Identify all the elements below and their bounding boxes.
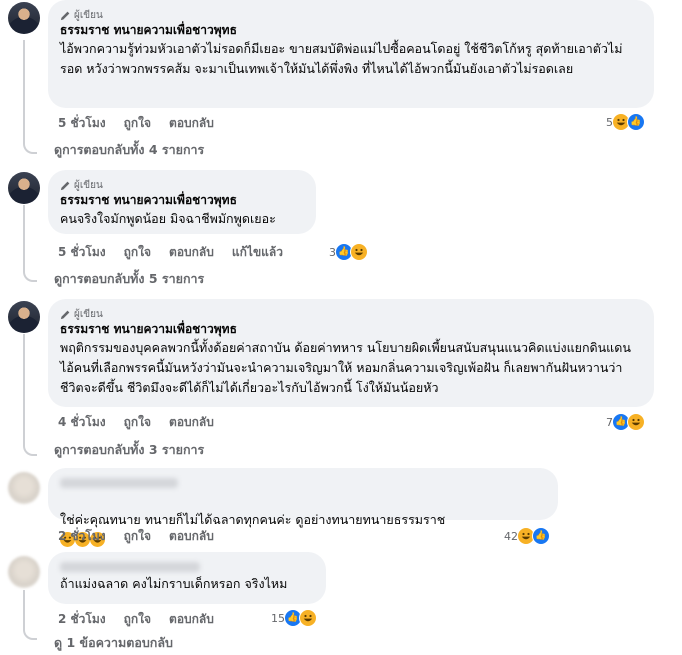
reply-thread-line [23,40,25,144]
reaction-summary[interactable]: 5 👍 [606,113,645,131]
reply-thread-line [23,205,25,272]
reply-thread-curve [23,268,37,282]
reply-button[interactable]: ตอบกลับ [169,414,214,430]
comment-actions: 5 ชั่วโมง ถูกใจ ตอบกลับ [58,115,214,131]
comment-time[interactable]: 5 ชั่วโมง [58,244,106,260]
comment-time[interactable]: 4 ชั่วโมง [58,414,106,430]
reaction-summary[interactable]: 42 👍 [504,527,550,545]
comment-text: ถ้าแม่งฉลาด คงไม่กราบเด็กหรอก จริงไหม [60,576,288,591]
avatar[interactable] [8,172,40,204]
comments-feed: ผู้เขียน ธรรมราช ทนายความเพื่อชาวพุทธ ไอ… [0,0,682,655]
like-button[interactable]: ถูกใจ [124,611,151,627]
avatar[interactable] [8,301,40,333]
reply-button[interactable]: ตอบกลับ [169,611,214,627]
avatar[interactable] [8,472,40,504]
reaction-summary[interactable]: 15 👍 [271,609,317,627]
comment-actions: 4 ชั่วโมง ถูกใจ ตอบกลับ [58,414,214,430]
like-button[interactable]: ถูกใจ [124,115,151,131]
reply-button[interactable]: ตอบกลับ [169,528,214,544]
comment-time[interactable]: 5 ชั่วโมง [58,115,106,131]
reaction-summary[interactable]: 3 👍 [329,243,368,261]
comment-author[interactable]: ธรรมราช ทนายความเพื่อชาวพุทธ [60,22,642,39]
comment-text-body: ใช่ค่ะคุณทนาย ทนายก็ไม่ได้ฉลาดทุกคนค่ะ ด… [60,512,446,527]
comment-bubble: ผู้เขียน ธรรมราช ทนายความเพื่อชาวพุทธ พฤ… [48,299,654,407]
comment-actions: 2 ชั่วโมง ถูกใจ ตอบกลับ [58,528,214,544]
reply-button[interactable]: ตอบกลับ [169,244,214,260]
reply-thread-curve [23,442,37,456]
author-badge: ผู้เขียน [60,8,642,22]
comment-bubble: ใช่ค่ะคุณทนาย ทนายก็ไม่ได้ฉลาดทุกคนค่ะ ด… [48,468,558,547]
reply-thread-line [23,590,25,630]
reaction-count: 42 [504,529,518,543]
comment-author[interactable]: ธรรมราช ทนายความเพื่อชาวพุทธ [60,192,304,209]
like-reaction-icon: 👍 [532,527,550,545]
author-badge-label: ผู้เขียน [74,9,103,21]
view-replies-link[interactable]: ดูการตอบกลับทั้ง 5 รายการ [54,270,204,288]
comment-time[interactable]: 2 ชั่วโมง [58,611,106,627]
like-button[interactable]: ถูกใจ [124,414,151,430]
reaction-summary[interactable]: 7 👍 [606,413,645,431]
comment-author[interactable]: ธรรมราช ทนายความเพื่อชาวพุทธ [60,321,642,338]
reply-thread-curve [23,626,37,640]
comment-author-redacted [60,478,178,488]
view-replies-link[interactable]: ดูการตอบกลับทั้ง 4 รายการ [54,141,204,159]
author-badge-label: ผู้เขียน [74,308,103,320]
edited-label: แก้ไขแล้ว [231,245,283,259]
reaction-count: 15 [271,611,285,625]
comment-author-redacted [60,562,200,572]
pencil-icon [60,11,70,20]
comment-bubble: ถ้าแม่งฉลาด คงไม่กราบเด็กหรอก จริงไหม [48,552,326,604]
comment-actions: 2 ชั่วโมง ถูกใจ ตอบกลับ [58,611,214,627]
reply-button[interactable]: ตอบกลับ [169,115,214,131]
comment-text: พฤติกรรมของบุคคลพวกนี้ทั้งด้อยค่าสถาบัน … [60,340,631,395]
view-replies-link[interactable]: ดูการตอบกลับทั้ง 3 รายการ [54,441,204,459]
avatar[interactable] [8,556,40,588]
view-replies-link[interactable]: ดู 1 ข้อความตอบกลับ [54,634,173,652]
like-button[interactable]: ถูกใจ [124,244,151,260]
author-badge: ผู้เขียน [60,178,304,192]
haha-reaction-icon [299,609,317,627]
avatar[interactable] [8,2,40,34]
comment-text: คนจริงใจมักพูดน้อย มิจฉาชีพมักพูดเยอะ [60,211,276,226]
comment-bubble: ผู้เขียน ธรรมราช ทนายความเพื่อชาวพุทธ คน… [48,170,316,234]
pencil-icon [60,310,70,319]
haha-reaction-icon [350,243,368,261]
haha-reaction-icon [627,413,645,431]
comment-text: ไอ้พวกความรู้ท่วมหัวเอาตัวไม่รอดก็มีเยอะ… [60,41,623,76]
pencil-icon [60,181,70,190]
like-button[interactable]: ถูกใจ [124,528,151,544]
like-reaction-icon: 👍 [627,113,645,131]
comment-bubble: ผู้เขียน ธรรมราช ทนายความเพื่อชาวพุทธ ไอ… [48,0,654,108]
reply-thread-curve [23,140,37,154]
comment-actions: 5 ชั่วโมง ถูกใจ ตอบกลับ แก้ไขแล้ว [58,244,283,260]
author-badge-label: ผู้เขียน [74,179,103,191]
reply-thread-line [23,334,25,446]
author-badge: ผู้เขียน [60,307,642,321]
comment-time[interactable]: 2 ชั่วโมง [58,528,106,544]
